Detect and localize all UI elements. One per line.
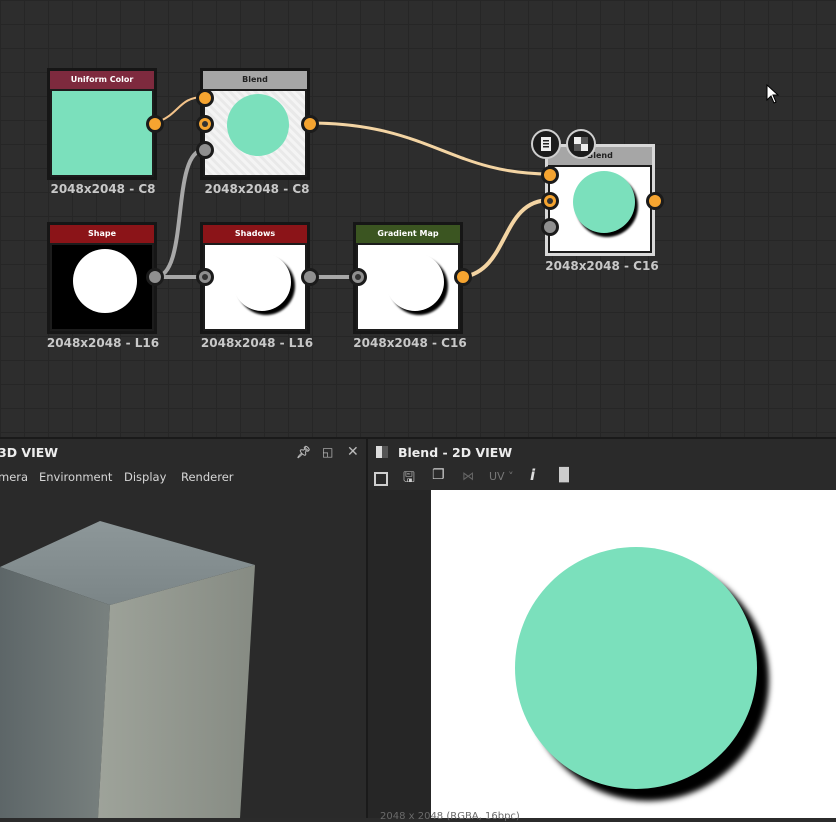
node-caption: 2048x2048 - C16 (353, 336, 467, 350)
node-thumbnail (205, 245, 305, 329)
node-caption: 2048x2048 - L16 (200, 336, 314, 350)
node-thumbnail (52, 91, 152, 175)
cube-render (0, 521, 255, 818)
view-options-icon[interactable] (374, 472, 388, 486)
pin-icon[interactable]: 📌︎ (296, 439, 311, 466)
output-port[interactable] (646, 192, 664, 210)
node-blend-selected[interactable]: Blend (545, 144, 655, 256)
2d-view-panel: Blend - 2D VIEW 🖫︎ ❐ ⋈ UV ˅ i ▐▌ 2048 x … (368, 437, 836, 822)
image-info-text: 2048 x 2048 (RGBA, 16bpc) (380, 811, 520, 822)
menu-environment[interactable]: Environment (39, 466, 112, 488)
input-port-mask[interactable] (541, 218, 559, 236)
node-blend[interactable]: Blend (200, 68, 310, 180)
thumbnail-circle (386, 253, 444, 311)
panel-title: 3D VIEW (0, 445, 59, 460)
node-title: Blend (203, 71, 307, 89)
node-title: Blend (548, 147, 652, 165)
input-port-foreground[interactable] (541, 166, 559, 184)
thumbnail-circle (573, 171, 635, 233)
menu-display[interactable]: Display (124, 466, 166, 488)
input-port-mask[interactable] (196, 141, 214, 159)
wire-blend-to-blend2 (308, 121, 551, 176)
3d-view-menubar: mera Environment Display Renderer (0, 466, 366, 488)
node-uniform-color[interactable]: Uniform Color (47, 68, 157, 180)
output-port[interactable] (146, 268, 164, 286)
node-shape[interactable]: Shape (47, 222, 157, 334)
input-port[interactable] (349, 268, 367, 286)
uv-dropdown[interactable]: UV ˅ (489, 470, 519, 486)
graph-connections (154, 96, 551, 279)
node-thumbnail (52, 245, 152, 329)
share-icon[interactable]: ⋈ (462, 469, 478, 485)
node-title: Uniform Color (50, 71, 154, 89)
input-port-background[interactable] (541, 192, 559, 210)
node-shadows[interactable]: Shadows (200, 222, 310, 334)
thumbnail-circle (233, 253, 291, 311)
output-port[interactable] (301, 268, 319, 286)
node-title: Gradient Map (356, 225, 460, 243)
panel-title-bar: Blend - 2D VIEW (368, 437, 836, 466)
input-port-background[interactable] (196, 115, 214, 133)
node-title: Shadows (203, 225, 307, 243)
node-gradient-map[interactable]: Gradient Map (353, 222, 463, 334)
input-port[interactable] (196, 268, 214, 286)
node-caption: 2048x2048 - C8 (204, 182, 310, 196)
3d-viewport[interactable] (0, 487, 366, 818)
output-port[interactable] (301, 115, 319, 133)
menu-camera[interactable]: mera (0, 466, 28, 488)
info-icon[interactable]: i (530, 466, 546, 484)
node-caption: 2048x2048 - C8 (50, 182, 156, 196)
cursor-icon (766, 84, 780, 104)
uv-label: UV (489, 470, 505, 483)
3d-view-panel: 3D VIEW 📌︎ ◱ ✕ mera Environment Display … (0, 437, 366, 818)
histogram-icon[interactable]: ▐▌ (554, 468, 574, 484)
node-graph-canvas[interactable]: Uniform Color 2048x2048 - C8 Blend 2048x… (0, 0, 836, 437)
node-title: Shape (50, 225, 154, 243)
preview-circle (515, 547, 757, 789)
close-icon[interactable]: ✕ (347, 439, 359, 466)
output-port[interactable] (146, 115, 164, 133)
panel-title: Blend - 2D VIEW (398, 445, 513, 460)
wire-shape-to-blend-mask (154, 148, 205, 279)
checker-icon[interactable] (566, 129, 596, 159)
node-caption: 2048x2048 - L16 (46, 336, 160, 350)
save-icon[interactable]: 🖫︎ (403, 467, 419, 486)
maximize-icon[interactable]: ◱ (322, 439, 333, 466)
thumbnail-circle (227, 94, 289, 156)
copy-icon[interactable]: ❐ (432, 467, 448, 483)
thumbnail-circle (73, 249, 137, 313)
node-thumbnail (205, 91, 305, 175)
output-port[interactable] (454, 268, 472, 286)
input-port-foreground[interactable] (196, 89, 214, 107)
2d-view-toolbar: 🖫︎ ❐ ⋈ UV ˅ i ▐▌ (368, 466, 836, 490)
2d-viewport[interactable] (431, 490, 836, 818)
menu-renderer[interactable]: Renderer (181, 466, 234, 488)
node-caption: 2048x2048 - C16 (545, 259, 659, 273)
panel-title-bar: 3D VIEW 📌︎ ◱ ✕ (0, 437, 366, 466)
checker-icon (376, 446, 388, 458)
document-icon[interactable] (531, 129, 561, 159)
node-thumbnail (358, 245, 458, 329)
node-thumbnail (550, 167, 650, 251)
